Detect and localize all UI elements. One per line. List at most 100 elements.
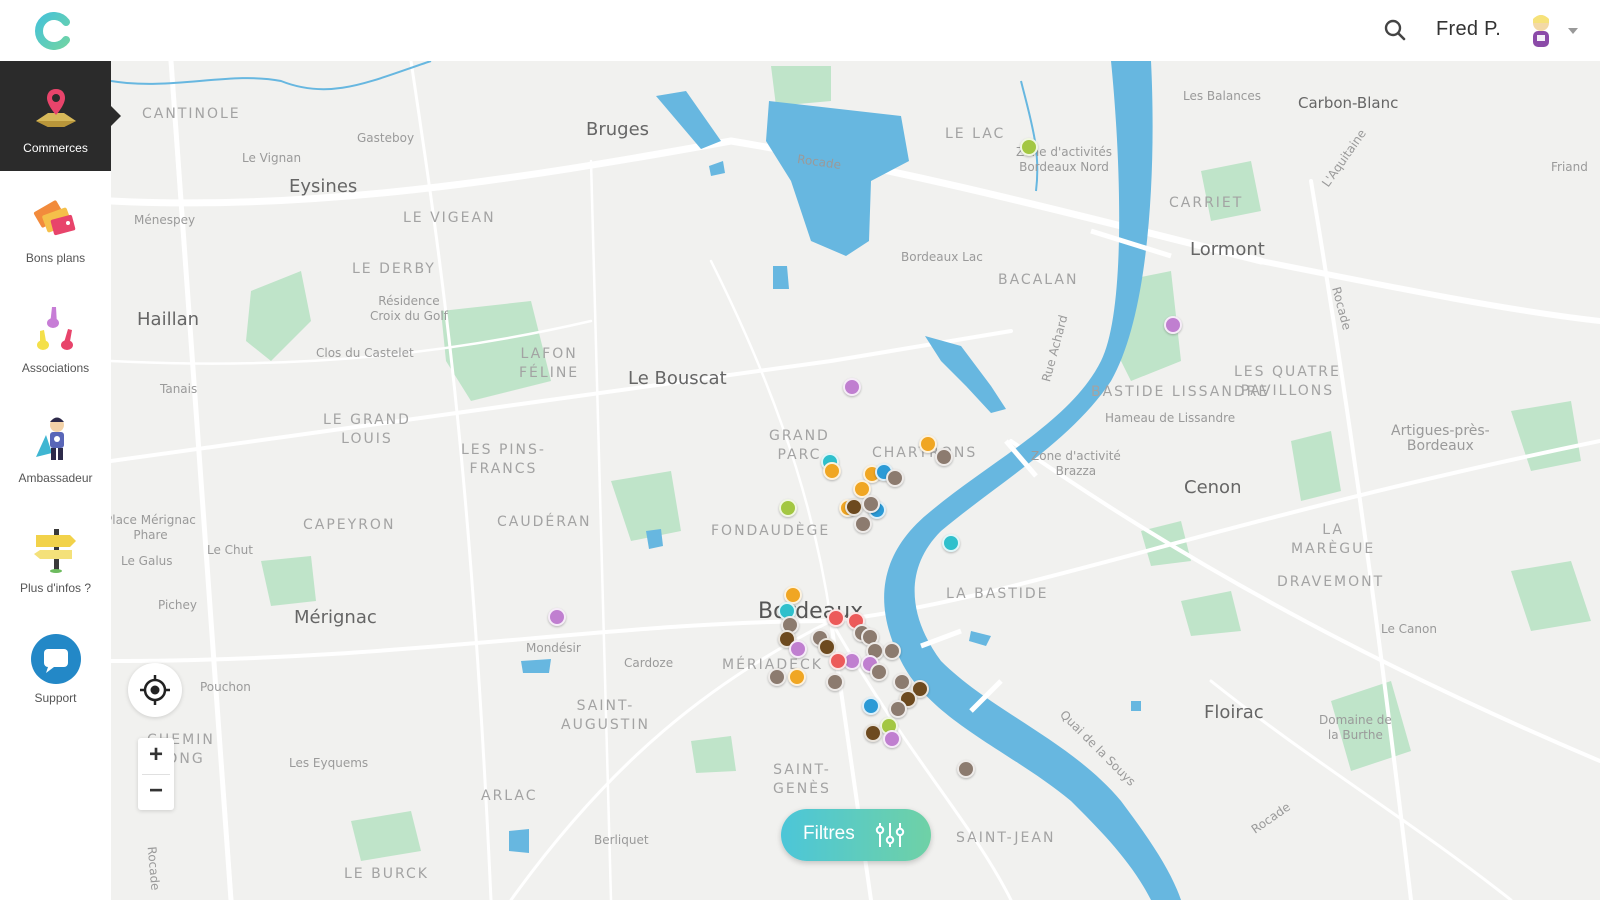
sidebar-item-label: Commerces bbox=[23, 141, 88, 155]
map-marker[interactable] bbox=[862, 495, 880, 513]
map-marker[interactable] bbox=[826, 673, 844, 691]
map-marker[interactable] bbox=[862, 697, 880, 715]
map-marker[interactable] bbox=[1164, 316, 1182, 334]
district-label: LE DERBY bbox=[352, 261, 436, 277]
district-label: LA BASTIDE bbox=[946, 586, 1049, 602]
map-marker[interactable] bbox=[843, 378, 861, 396]
district-label: LES QUATRE PAVILLONS bbox=[1234, 364, 1341, 399]
map-marker[interactable] bbox=[829, 652, 847, 670]
map-marker[interactable] bbox=[883, 730, 901, 748]
locality-label: Berliquet bbox=[594, 833, 649, 847]
district-label: CARRIET bbox=[1169, 195, 1244, 211]
map-marker[interactable] bbox=[827, 609, 845, 627]
zoom-in-button[interactable]: + bbox=[138, 738, 174, 774]
locality-label: Le Vignan bbox=[242, 151, 302, 165]
sidebar-item-associations[interactable]: Associations bbox=[0, 281, 111, 391]
sidebar-item-label: Ambassadeur bbox=[18, 471, 93, 485]
locality-label: Les Eyquems bbox=[289, 756, 369, 770]
district-label: LE GRAND LOUIS bbox=[323, 412, 411, 447]
app-logo[interactable] bbox=[35, 12, 73, 50]
locality-label: Bordeaux Lac bbox=[901, 250, 983, 264]
sidebar-item-label: Support bbox=[34, 691, 77, 705]
sidebar-item-label: Plus d'infos ? bbox=[20, 581, 91, 595]
locality-label: Clos du Castelet bbox=[316, 346, 414, 360]
locality-label: Place Mérignac Phare bbox=[111, 513, 196, 542]
map-view[interactable]: Bruges Eysines Haillan Le Bouscat Mérign… bbox=[111, 61, 1600, 900]
map-marker[interactable] bbox=[870, 663, 888, 681]
district-label: LE VIGEAN bbox=[403, 210, 496, 226]
top-bar: Fred P. bbox=[0, 0, 1600, 61]
map-marker[interactable] bbox=[779, 499, 797, 517]
district-label: ARLAC bbox=[481, 788, 538, 804]
sidebar-item-commerces[interactable]: Commerces bbox=[0, 61, 121, 171]
district-label: CAPEYRON bbox=[303, 517, 396, 533]
map-marker[interactable] bbox=[864, 724, 882, 742]
zoom-out-button[interactable]: − bbox=[138, 774, 174, 810]
locality-label: Le Galus bbox=[121, 554, 173, 568]
user-menu-chevron-down-icon[interactable] bbox=[1568, 28, 1578, 34]
sidebar-item-bons-plans[interactable]: Bons plans bbox=[0, 171, 111, 281]
locate-me-button[interactable] bbox=[128, 663, 182, 717]
map-marker[interactable] bbox=[886, 469, 904, 487]
map-marker[interactable] bbox=[845, 498, 863, 516]
sliders-icon bbox=[875, 823, 905, 847]
place-label-cenon: Cenon bbox=[1184, 477, 1242, 498]
signpost-icon bbox=[34, 529, 76, 573]
locality-label: Zone d'activité Brazza bbox=[1031, 449, 1121, 478]
user-name[interactable]: Fred P. bbox=[1436, 18, 1501, 41]
map-marker[interactable] bbox=[893, 673, 911, 691]
map-pin-icon bbox=[36, 89, 76, 127]
map-marker[interactable] bbox=[1020, 138, 1038, 156]
map-marker[interactable] bbox=[768, 668, 786, 686]
map-marker[interactable] bbox=[919, 435, 937, 453]
sidebar-item-ambassadeur[interactable]: Ambassadeur bbox=[0, 391, 111, 501]
district-label: SAINT-JEAN bbox=[956, 830, 1056, 846]
sidebar-item-plus-d-infos[interactable]: Plus d'infos ? bbox=[0, 501, 111, 611]
locality-label: Artigues-près- Bordeaux bbox=[1391, 423, 1490, 454]
locality-label: Cardoze bbox=[624, 656, 674, 670]
raised-hands-icon bbox=[37, 307, 73, 350]
filters-label: Filtres bbox=[803, 823, 855, 844]
district-label: LAFON FÉLINE bbox=[519, 346, 580, 381]
place-label-le-bouscat: Le Bouscat bbox=[628, 368, 727, 389]
district-label: CANTINOLE bbox=[142, 106, 241, 122]
district-label: CAUDÉRAN bbox=[497, 514, 592, 530]
map-marker[interactable] bbox=[883, 642, 901, 660]
locality-label: Friand bbox=[1551, 160, 1588, 174]
locality-label: Tanais bbox=[160, 382, 198, 396]
locality-label: Résidence Croix du Golf bbox=[370, 294, 448, 323]
crosshair-icon bbox=[140, 675, 170, 705]
map-marker[interactable] bbox=[789, 640, 807, 658]
search-icon[interactable] bbox=[1383, 18, 1407, 42]
map-marker[interactable] bbox=[942, 534, 960, 552]
map-marker[interactable] bbox=[854, 515, 872, 533]
locality-label: Domaine de la Burthe bbox=[1319, 713, 1392, 742]
district-label: LES PINS- FRANCS bbox=[461, 442, 546, 477]
superhero-icon bbox=[36, 417, 64, 460]
map-marker[interactable] bbox=[788, 668, 806, 686]
zoom-controls: + − bbox=[138, 738, 174, 810]
filters-button[interactable]: Filtres bbox=[781, 809, 931, 861]
locality-label: Mondésir bbox=[526, 641, 581, 655]
district-label: LE BURCK bbox=[344, 866, 429, 882]
locality-label: Les Balances bbox=[1183, 89, 1262, 103]
district-label: FONDAUDÈGE bbox=[711, 523, 831, 539]
map-marker[interactable] bbox=[935, 448, 953, 466]
place-label-eysines: Eysines bbox=[289, 176, 358, 197]
sidebar: Commerces Bons plans Associations Ambass… bbox=[0, 61, 121, 900]
map-marker[interactable] bbox=[548, 608, 566, 626]
map-marker[interactable] bbox=[957, 760, 975, 778]
sidebar-item-label: Bons plans bbox=[25, 251, 86, 265]
sidebar-item-support[interactable]: Support bbox=[0, 611, 111, 721]
place-label-bruges: Bruges bbox=[586, 119, 650, 140]
district-label: DRAVEMONT bbox=[1277, 574, 1385, 590]
district-label: LA MARÈGUE bbox=[1291, 522, 1376, 557]
district-label: SAINT- AUGUSTIN bbox=[561, 698, 650, 733]
place-label-haillan: Haillan bbox=[137, 309, 200, 330]
locality-label: Pouchon bbox=[200, 680, 251, 694]
map-marker[interactable] bbox=[889, 700, 907, 718]
district-label: LE LAC bbox=[945, 126, 1006, 142]
user-avatar-icon[interactable] bbox=[1524, 13, 1558, 51]
map-marker[interactable] bbox=[823, 462, 841, 480]
chat-bubble-icon bbox=[31, 634, 81, 684]
